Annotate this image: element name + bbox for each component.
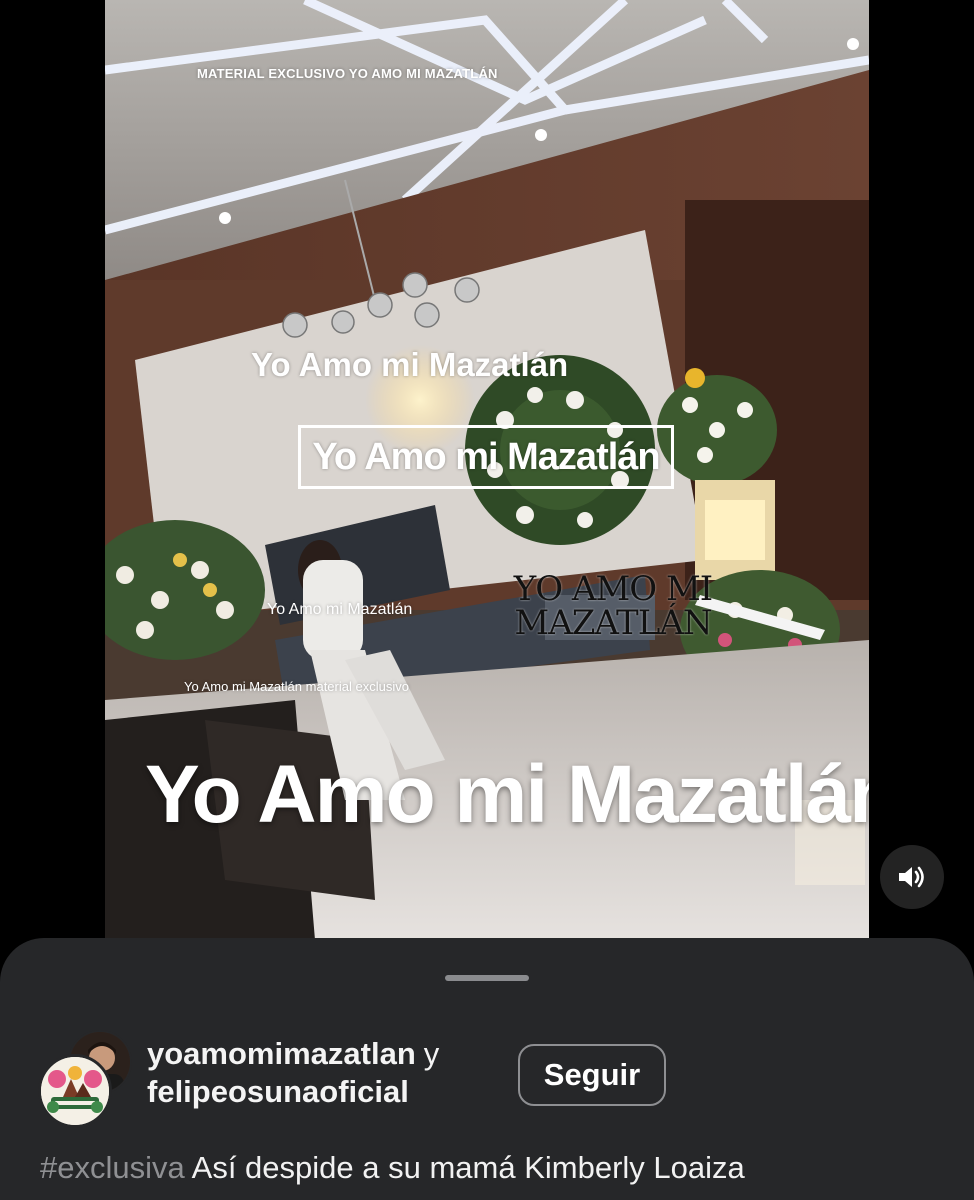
hashtag-link[interactable]: #exclusiva: [40, 1150, 185, 1185]
author-join-word: y: [423, 1036, 440, 1071]
watermark-big: Yo Amo mi Mazatlán: [145, 749, 869, 840]
author-secondary-name[interactable]: felipeosunaoficial: [147, 1074, 409, 1110]
watermark-mid: Yo Amo mi Mazatlán: [251, 346, 569, 383]
avatar-primary[interactable]: [38, 1054, 112, 1128]
watermark-boxed: Yo Amo mi Mazatlán: [298, 425, 674, 489]
follow-button[interactable]: Seguir: [518, 1044, 666, 1106]
yoamomimazatlan-logo-icon: [41, 1057, 109, 1125]
post-details-sheet: yoamomimazatlan y felipeosunaoficial Segu…: [0, 938, 974, 1200]
post-caption: #exclusiva Así despide a su mamá Kimberl…: [40, 1150, 745, 1186]
video-player[interactable]: MATERIAL EXCLUSIVO YO AMO MI MAZATLÁN Yo…: [105, 0, 869, 940]
sound-toggle-button[interactable]: [880, 845, 944, 909]
watermark-serif-logo: YO AMO MI MAZATLÁN: [513, 569, 713, 643]
watermark-small-exclusive: Yo Amo mi Mazatlán material exclusivo: [184, 679, 409, 694]
caption-text: Así despide a su mamá Kimberly Loaiza: [191, 1150, 745, 1185]
watermark-small: Yo Amo mi Mazatlán: [267, 601, 413, 618]
speaker-volume-icon: [899, 866, 924, 888]
watermark-top: MATERIAL EXCLUSIVO YO AMO MI MAZATLÁN: [197, 66, 498, 81]
post-viewer: MATERIAL EXCLUSIVO YO AMO MI MAZATLÁN Yo…: [0, 0, 974, 1200]
author-primary-name[interactable]: yoamomimazatlan: [147, 1036, 416, 1071]
watermark-boxed-text: Yo Amo mi Mazatlán: [312, 435, 660, 478]
author-line-primary: yoamomimazatlan y: [147, 1036, 439, 1072]
sheet-drag-handle[interactable]: [445, 975, 529, 981]
